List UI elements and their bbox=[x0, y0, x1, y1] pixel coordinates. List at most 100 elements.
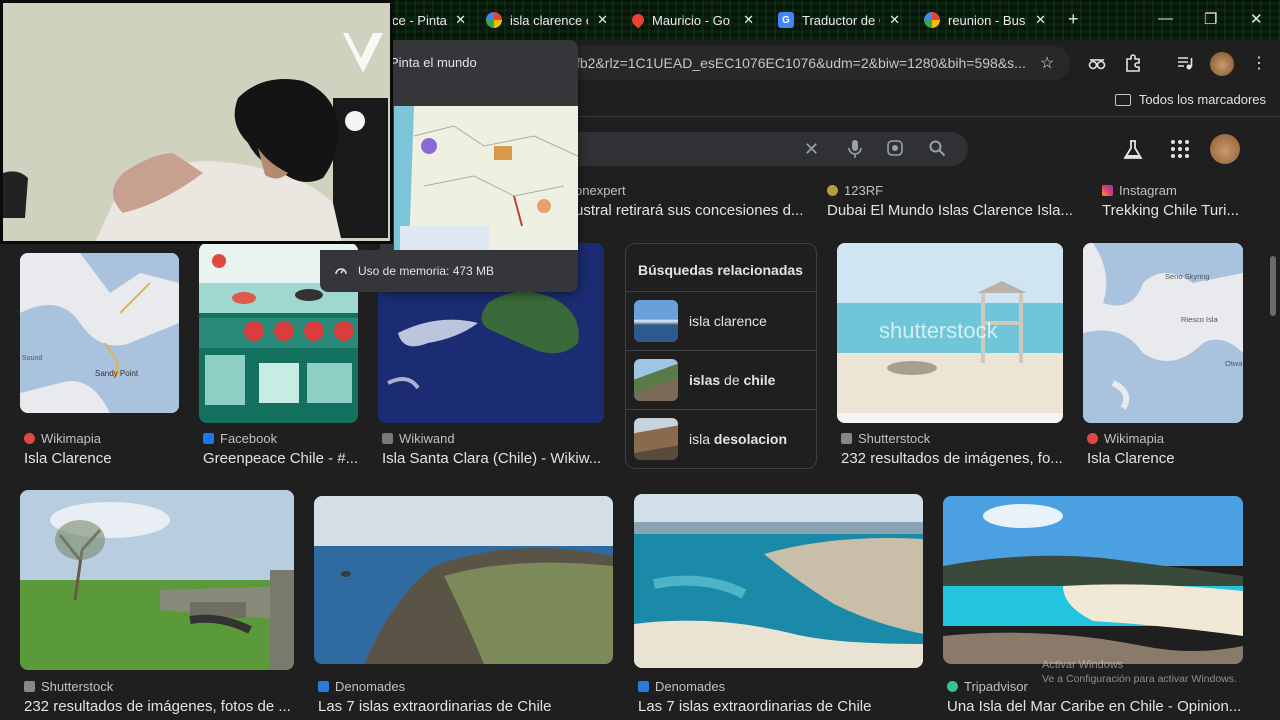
related-item[interactable]: islas de chile bbox=[626, 350, 816, 409]
extensions-icon[interactable] bbox=[1122, 52, 1144, 74]
tab-pinterest[interactable]: ce - Pinta ✕ bbox=[392, 6, 466, 34]
screen: ce - Pinta ✕ isla clarence c ✕ Mauricio … bbox=[0, 0, 1280, 720]
tab-title: isla clarence c bbox=[510, 12, 588, 28]
close-icon[interactable]: ✕ bbox=[743, 12, 754, 28]
related-label: isla clarence bbox=[689, 313, 767, 329]
related-heading: Búsquedas relacionadas bbox=[638, 262, 803, 278]
preview-image bbox=[394, 106, 578, 250]
facebook-icon bbox=[203, 433, 214, 444]
result-title[interactable]: Isla Clarence bbox=[1087, 450, 1243, 467]
bookmark-star-icon[interactable]: ☆ bbox=[1036, 52, 1058, 74]
tab-title: reunion - Bus bbox=[948, 12, 1026, 28]
result-source: Denomades bbox=[638, 679, 725, 694]
result-source: onexpert bbox=[575, 183, 626, 198]
close-icon[interactable]: ✕ bbox=[455, 12, 466, 28]
result-title[interactable]: Las 7 islas extraordinarias de Chile bbox=[638, 698, 923, 715]
clear-icon[interactable]: ✕ bbox=[804, 139, 819, 160]
map-label: Sound bbox=[22, 355, 42, 362]
tab-maps[interactable]: Mauricio - Go ✕ bbox=[632, 6, 754, 34]
result-title[interactable]: Trekking Chile Turi... bbox=[1102, 202, 1242, 219]
result-source: Shutterstock bbox=[24, 679, 113, 694]
close-icon[interactable]: ✕ bbox=[1035, 12, 1046, 28]
result-source: Instagram bbox=[1102, 183, 1177, 198]
related-searches-panel: Búsquedas relacionadas isla clarence isl… bbox=[625, 243, 817, 469]
result-source: Wikiwand bbox=[382, 431, 455, 446]
tab-reunion[interactable]: reunion - Bus ✕ bbox=[924, 6, 1046, 34]
result-thumbnail[interactable]: Seno Skyring Riesco Isla Otwa bbox=[1083, 243, 1243, 423]
related-item[interactable]: isla clarence bbox=[626, 291, 816, 350]
result-source: Tripadvisor bbox=[947, 679, 1028, 694]
google-icon bbox=[924, 12, 940, 28]
related-label: islas de chile bbox=[689, 372, 776, 388]
wikiwand-icon bbox=[382, 433, 393, 444]
result-source: 123RF bbox=[827, 183, 883, 198]
tab-isla-clarence[interactable]: isla clarence c ✕ bbox=[486, 6, 608, 34]
related-thumbnail bbox=[634, 418, 678, 460]
incognito-icon[interactable] bbox=[1086, 52, 1108, 74]
more-menu-icon[interactable]: ⋮ bbox=[1248, 52, 1270, 74]
url-text: fb2&rlz=1C1UEAD_esEC1076EC1076&udm=2&biw… bbox=[576, 55, 1026, 71]
close-window-icon[interactable]: ✕ bbox=[1250, 10, 1263, 28]
activate-windows-watermark: Activar Windows Ve a Configuración para … bbox=[1042, 659, 1237, 685]
all-bookmarks-button[interactable]: Todos los marcadores bbox=[1114, 92, 1266, 107]
shutterstock-icon bbox=[841, 433, 852, 444]
minimize-icon[interactable]: — bbox=[1158, 10, 1173, 27]
tab-translate[interactable]: G Traductor de G ✕ bbox=[778, 6, 900, 34]
result-source: Denomades bbox=[318, 679, 405, 694]
shutterstock-icon bbox=[24, 681, 35, 692]
close-icon[interactable]: ✕ bbox=[889, 12, 900, 28]
result-title[interactable]: 232 resultados de imágenes, fo... bbox=[841, 450, 1063, 467]
all-bookmarks-label: Todos los marcadores bbox=[1138, 92, 1266, 107]
page-scrollbar[interactable] bbox=[1270, 256, 1276, 316]
profile-avatar[interactable] bbox=[1210, 52, 1234, 76]
result-thumbnail[interactable] bbox=[314, 496, 613, 664]
result-title[interactable]: Una Isla del Mar Caribe en Chile - Opini… bbox=[947, 698, 1243, 715]
preview-title: Pinta el mundo bbox=[390, 55, 477, 70]
related-label: isla desolacion bbox=[689, 431, 788, 447]
apps-grid-icon[interactable] bbox=[1170, 139, 1190, 165]
map-label: Seno Skyring bbox=[1165, 272, 1210, 281]
related-thumbnail bbox=[634, 300, 678, 342]
account-avatar[interactable] bbox=[1210, 134, 1240, 164]
result-source: Shutterstock bbox=[841, 431, 930, 446]
address-bar[interactable]: fb2&rlz=1C1UEAD_esEC1076EC1076&udm=2&biw… bbox=[560, 46, 1070, 80]
search-icon[interactable] bbox=[928, 139, 946, 162]
map-label: Riesco Isla bbox=[1181, 315, 1219, 324]
google-icon bbox=[486, 12, 502, 28]
webcam-overlay bbox=[0, 0, 393, 244]
labs-flask-icon[interactable] bbox=[1122, 139, 1144, 167]
folder-icon bbox=[1114, 93, 1131, 106]
restore-icon[interactable]: ❐ bbox=[1204, 10, 1217, 28]
close-icon[interactable]: ✕ bbox=[597, 12, 608, 28]
result-title[interactable]: Isla Clarence bbox=[24, 450, 179, 467]
media-control-icon[interactable] bbox=[1174, 52, 1196, 74]
instagram-icon bbox=[1102, 185, 1113, 196]
result-thumbnail[interactable]: shutterstock bbox=[837, 243, 1063, 423]
map-label: Otwa bbox=[1225, 359, 1243, 368]
result-thumbnail[interactable] bbox=[943, 496, 1243, 664]
wikimapia-icon bbox=[24, 433, 35, 444]
result-title[interactable]: Dubai El Mundo Islas Clarence Isla... bbox=[827, 202, 1072, 219]
translate-icon: G bbox=[778, 12, 794, 28]
result-thumbnail[interactable] bbox=[634, 494, 923, 668]
search-input[interactable]: ✕ bbox=[560, 132, 968, 166]
related-item[interactable]: isla desolacion bbox=[626, 409, 816, 468]
denomades-icon bbox=[318, 681, 329, 692]
result-title[interactable]: 232 resultados de imágenes, fotos de ... bbox=[24, 698, 294, 715]
123rf-icon bbox=[827, 185, 838, 196]
maps-pin-icon bbox=[632, 11, 647, 29]
microphone-icon[interactable] bbox=[848, 139, 862, 164]
result-title[interactable]: ustral retirará sus concesiones d... bbox=[575, 202, 805, 219]
new-tab-button[interactable]: + bbox=[1068, 9, 1079, 30]
lens-icon[interactable] bbox=[886, 139, 904, 162]
result-title[interactable]: Las 7 islas extraordinarias de Chile bbox=[318, 698, 613, 715]
wikimapia-icon bbox=[1087, 433, 1098, 444]
result-thumbnail[interactable]: Sandy Point Sound bbox=[20, 253, 179, 413]
watermark-text: shutterstock bbox=[879, 318, 999, 343]
result-title[interactable]: Isla Santa Clara (Chile) - Wikiw... bbox=[382, 450, 604, 467]
result-title[interactable]: Greenpeace Chile - #... bbox=[203, 450, 358, 467]
tab-title: Traductor de G bbox=[802, 12, 880, 28]
result-source: Wikimapia bbox=[24, 431, 101, 446]
result-thumbnail[interactable] bbox=[20, 490, 294, 670]
tripadvisor-icon bbox=[947, 681, 958, 692]
